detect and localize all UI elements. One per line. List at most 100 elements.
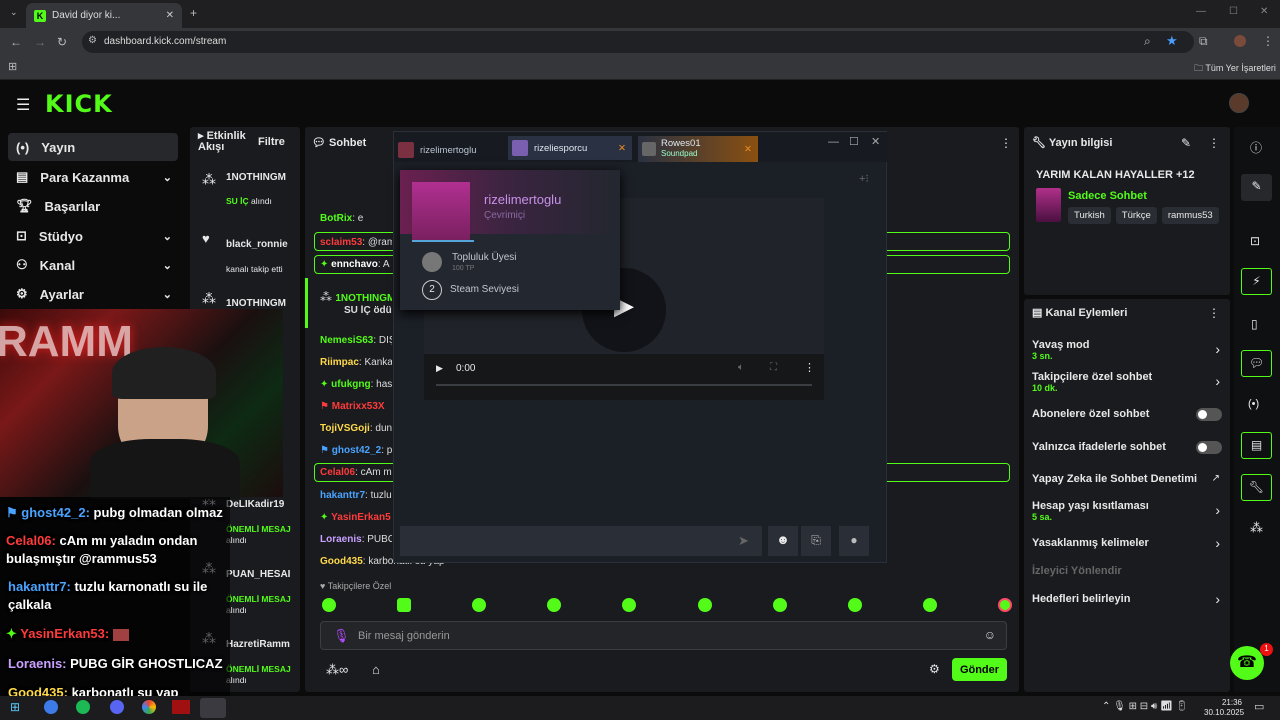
filter-button[interactable]: Filtre: [258, 136, 285, 148]
site-info-icon[interactable]: ⚙: [88, 35, 97, 46]
apps-grid-icon[interactable]: ⊞: [8, 60, 17, 73]
broadcast-icon[interactable]: (•): [1248, 398, 1259, 410]
emote-icon[interactable]: [847, 598, 862, 612]
back-icon[interactable]: ←: [10, 35, 22, 49]
emotes-only-toggle[interactable]: [1196, 441, 1222, 454]
steam-chat-tab-active[interactable]: rizeliesporcu ✕: [508, 136, 632, 160]
windows-start-icon[interactable]: ⊞: [10, 700, 20, 714]
action-goals[interactable]: Hedefleri belirleyin ›: [1032, 591, 1222, 607]
help-chat-icon[interactable]: ☎︎: [1230, 646, 1264, 680]
wrench-icon[interactable]: 🔧︎: [1241, 474, 1272, 501]
subscribers-only-toggle[interactable]: [1196, 408, 1222, 421]
clock[interactable]: 21:36 30.10.2025: [1204, 698, 1244, 718]
action-banned-words[interactable]: Yasaklanmış kelimeler ›: [1032, 535, 1222, 551]
nav-item-ayarlar[interactable]: ⚙ Ayarlar ⌄: [8, 280, 178, 308]
hamburger-menu-icon[interactable]: ☰: [16, 95, 30, 115]
chat-input[interactable]: 🎙︎ Bir mesaj gönderin ☺: [320, 621, 1007, 650]
close-icon[interactable]: ✕: [871, 135, 880, 148]
close-tab-icon[interactable]: ✕: [166, 10, 174, 21]
emote-icon[interactable]: [997, 598, 1012, 612]
microphone-icon[interactable]: 🎙︎: [333, 628, 350, 644]
emoticon-icon[interactable]: ☻: [768, 526, 798, 556]
close-tab-icon[interactable]: ✕: [744, 144, 752, 155]
maximize-icon[interactable]: ☐: [849, 135, 859, 148]
fullscreen-icon[interactable]: ⛶: [770, 362, 777, 373]
volume-icon[interactable]: 🔈︎: [738, 362, 744, 373]
emote-icon[interactable]: [772, 598, 787, 612]
lightning-icon[interactable]: ⚡︎: [1241, 268, 1272, 295]
store-icon[interactable]: ⌂: [372, 662, 380, 677]
close-tab-icon[interactable]: ✕: [618, 143, 626, 154]
forward-icon[interactable]: →: [34, 35, 46, 49]
emote-icon[interactable]: [697, 598, 712, 612]
close-window-icon[interactable]: ✕: [1260, 6, 1268, 17]
maximize-icon[interactable]: ☐: [1229, 6, 1238, 17]
steam-chat-tab[interactable]: Rowes01 Soundpad ✕: [638, 136, 758, 162]
notification-center-icon[interactable]: ▭: [1254, 700, 1264, 713]
info-icon[interactable]: ⓘ: [1250, 139, 1262, 156]
steam-taskbar-icon[interactable]: [200, 698, 226, 718]
add-friend-icon[interactable]: +⁝: [859, 172, 869, 185]
capture-icon[interactable]: ⊡: [1250, 234, 1260, 248]
minimize-icon[interactable]: —: [828, 136, 839, 148]
tag[interactable]: Türkçe: [1115, 207, 1157, 224]
channel-actions-menu-icon[interactable]: ⋮: [1208, 306, 1220, 320]
voice-icon[interactable]: ●: [839, 526, 869, 556]
user-avatar[interactable]: [1229, 93, 1249, 113]
edit-icon[interactable]: ✎: [1241, 174, 1272, 201]
browser-tab[interactable]: K David diyor ki... ✕: [26, 3, 182, 28]
video-menu-icon[interactable]: ⋮: [804, 361, 815, 374]
system-tray[interactable]: ⌃ 🎙︎ ⊞ ⊟ 🔊︎ 📶︎ 🔋︎: [1102, 701, 1188, 712]
url-bar[interactable]: dashboard.kick.com/stream: [82, 31, 1194, 53]
share-icon[interactable]: ⁂: [1250, 520, 1263, 536]
attach-icon[interactable]: ⎘: [801, 526, 831, 556]
send-arrow-icon[interactable]: ➤: [738, 533, 749, 549]
taskbar-app-icon[interactable]: [44, 700, 58, 714]
small-play-icon[interactable]: ▶: [436, 363, 443, 374]
chat-bubble-icon[interactable]: 💬︎: [1241, 350, 1272, 377]
action-ai-moderation[interactable]: Yapay Zeka ile Sohbet Denetimi ↗: [1032, 473, 1222, 485]
action-slow-mode[interactable]: Yavaş mod 3 sn. ›: [1032, 339, 1222, 361]
extensions-icon[interactable]: ⧉: [1199, 34, 1208, 49]
steam-chat-tab[interactable]: rizelimertoglu: [398, 138, 503, 162]
bookmark-star-icon[interactable]: ★: [1166, 33, 1178, 49]
profile-name[interactable]: rizelimertoglu: [484, 192, 561, 207]
taskbar-app-icon[interactable]: [172, 700, 190, 714]
zoom-icon[interactable]: ⌕: [1144, 34, 1151, 49]
tag[interactable]: rammus53: [1161, 207, 1219, 224]
edit-pencil-icon[interactable]: ✎: [1181, 136, 1191, 150]
points-icon[interactable]: ⁂∞: [326, 662, 348, 678]
kick-logo[interactable]: KICK: [45, 90, 113, 118]
tag[interactable]: Turkish: [1068, 207, 1111, 224]
stream-info-menu-icon[interactable]: ⋮: [1208, 136, 1220, 150]
nav-item-kanal[interactable]: ⚇ Kanal ⌄: [8, 251, 178, 279]
profile-avatar[interactable]: [1234, 35, 1246, 47]
reload-icon[interactable]: ↻: [57, 35, 67, 49]
discord-icon[interactable]: [110, 700, 124, 714]
nav-item-para-kazanma[interactable]: ▤ Para Kazanma ⌄: [8, 163, 178, 191]
emote-icon[interactable]: [547, 598, 562, 612]
new-tab-icon[interactable]: +: [190, 6, 197, 20]
chat-menu-icon[interactable]: ⋮: [1000, 136, 1012, 150]
nav-item-studyo[interactable]: ⊡ Stüdyo ⌄: [8, 222, 178, 250]
menu-dots-icon[interactable]: ⋮: [1262, 34, 1274, 48]
tab-search-icon[interactable]: ⌄: [10, 7, 18, 18]
emote-icon[interactable]: [922, 598, 937, 612]
chrome-icon[interactable]: [142, 700, 156, 714]
chat-settings-icon[interactable]: ⚙: [929, 662, 940, 676]
video-progress[interactable]: [436, 384, 812, 386]
dashboard-icon[interactable]: ▤: [1241, 432, 1272, 459]
category-name[interactable]: Sadece Sohbet: [1068, 190, 1147, 202]
action-followers-only[interactable]: Takipçilere özel sohbet 10 dk. ›: [1032, 371, 1222, 393]
action-account-age[interactable]: Hesap yaşı kısıtlaması 5 sa. ›: [1032, 500, 1222, 522]
spotify-icon[interactable]: [76, 700, 90, 714]
all-bookmarks[interactable]: 🗀 Tüm Yer İşaretleri: [1194, 61, 1276, 77]
minimize-icon[interactable]: —: [1196, 6, 1206, 17]
nav-item-basarilar[interactable]: 🏆︎ Başarılar: [8, 192, 178, 220]
emoji-icon[interactable]: ☺: [984, 628, 996, 642]
nav-item-yayin[interactable]: (•) Yayın: [8, 133, 178, 161]
emote-icon[interactable]: [322, 598, 336, 612]
emote-icon[interactable]: [622, 598, 637, 612]
send-button[interactable]: Gönder: [952, 658, 1007, 681]
document-icon[interactable]: ▯: [1251, 317, 1258, 331]
